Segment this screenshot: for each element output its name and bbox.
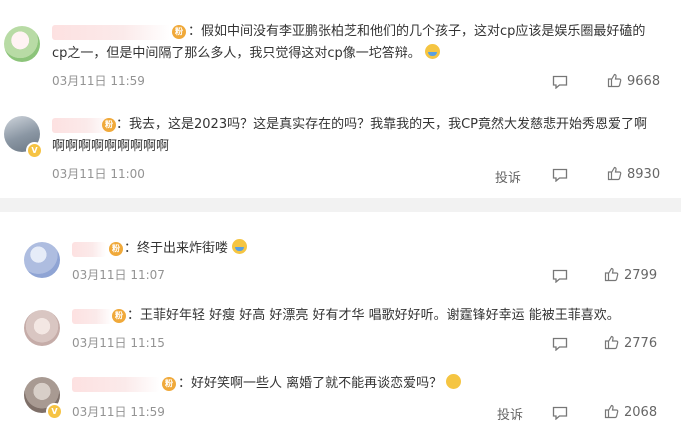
verified-badge-icon: V [26,142,43,159]
like-icon[interactable] [604,335,619,354]
avatar[interactable] [4,26,40,62]
fan-medal-icon: 粉 [102,118,116,132]
like-count: 9668 [627,74,661,89]
comment-item: 粉 ：终于出来炸街喽 03月11日 11:07 2799 [0,212,681,288]
avatar[interactable] [24,310,60,346]
username-blurred[interactable] [52,25,170,40]
like-icon[interactable] [607,166,622,185]
fan-medal-icon: 粉 [172,25,186,39]
comment-time: 03月11日 11:15 [72,336,165,350]
report-button[interactable]: 投诉 [495,167,521,186]
comment-text-continued: cp之一，但是中间隔了那么多人，我只觉得这对cp像一坨答辩。 [52,43,440,65]
fan-medal-icon: 粉 [112,309,126,323]
comment-text-line: ：好好笑啊一些人 离婚了就不能再谈恋爱吗？ [178,376,443,391]
section-divider [0,198,681,212]
like-count: 2799 [624,268,658,283]
reply-icon[interactable] [552,167,568,186]
comment-time: 03月11日 11:59 [72,405,165,419]
like-count: 2776 [624,336,658,351]
avatar[interactable] [24,242,60,278]
username-blurred[interactable] [72,242,106,257]
reply-icon[interactable] [552,268,568,287]
comment-text: ：假如中间没有李亚鹏张柏芝和他们的几个孩子，这对cp应该是娱乐圈最好磕的 [188,24,646,39]
like-icon[interactable] [604,267,619,286]
username-blurred[interactable] [72,309,112,324]
comment-time: 03月11日 11:07 [72,268,165,282]
reply-icon[interactable] [552,74,568,93]
laugh-cry-emoji-icon [424,44,440,59]
crying-laugh-emoji-icon [232,239,248,254]
reply-icon[interactable] [552,405,568,424]
reply-icon[interactable] [552,336,568,355]
like-count: 8930 [627,167,661,182]
comment-item: 粉 ：假如中间没有李亚鹏张柏芝和他们的几个孩子，这对cp应该是娱乐圈最好磕的 c… [0,0,681,100]
comment-time: 03月11日 11:59 [52,74,145,88]
comment-time: 03月11日 11:00 [52,167,145,181]
comment-item: 粉 ：王菲好年轻 好瘦 好高 好漂亮 好有才华 唱歌好好听。谢霆锋好幸运 能被王… [0,288,681,357]
comment-text-line: ：终于出来炸街喽 [124,241,229,256]
surprised-emoji-icon [446,374,462,389]
comment-item: V 粉 ：好好笑啊一些人 离婚了就不能再谈恋爱吗？ 03月11日 11:59 投… [0,357,681,427]
comment-text: ：王菲好年轻 好瘦 好高 好漂亮 好有才华 唱歌好好听。谢霆锋好幸运 能被王菲喜… [127,308,620,323]
username-blurred[interactable] [72,377,160,392]
like-icon[interactable] [607,73,622,92]
comment-text-continued: 啊啊啊啊啊啊啊啊啊 [52,139,170,154]
fan-medal-icon: 粉 [162,377,176,391]
comment-text-line: cp之一，但是中间隔了那么多人，我只觉得这对cp像一坨答辩。 [52,46,421,61]
comment-section-top: 粉 ：假如中间没有李亚鹏张柏芝和他们的几个孩子，这对cp应该是娱乐圈最好磕的 c… [0,0,681,198]
comment-text: ：我去，这是2023吗？这是真实存在的吗？我靠我的天，我CP竟然大发慈悲开始秀恩… [116,117,648,132]
comment-text: ：终于出来炸街喽 [124,238,248,260]
fan-medal-icon: 粉 [109,242,123,256]
like-icon[interactable] [604,404,619,423]
report-button[interactable]: 投诉 [497,404,523,423]
like-count: 2068 [624,405,658,420]
verified-badge-icon: V [46,403,63,420]
comment-text: ：好好笑啊一些人 离婚了就不能再谈恋爱吗？ [178,373,462,395]
comment-item: V 粉 ：我去，这是2023吗？这是真实存在的吗？我靠我的天，我CP竟然大发慈悲… [0,100,681,198]
comment-section-bottom: 粉 ：终于出来炸街喽 03月11日 11:07 2799 粉 ：王菲好年轻 好瘦… [0,212,681,427]
